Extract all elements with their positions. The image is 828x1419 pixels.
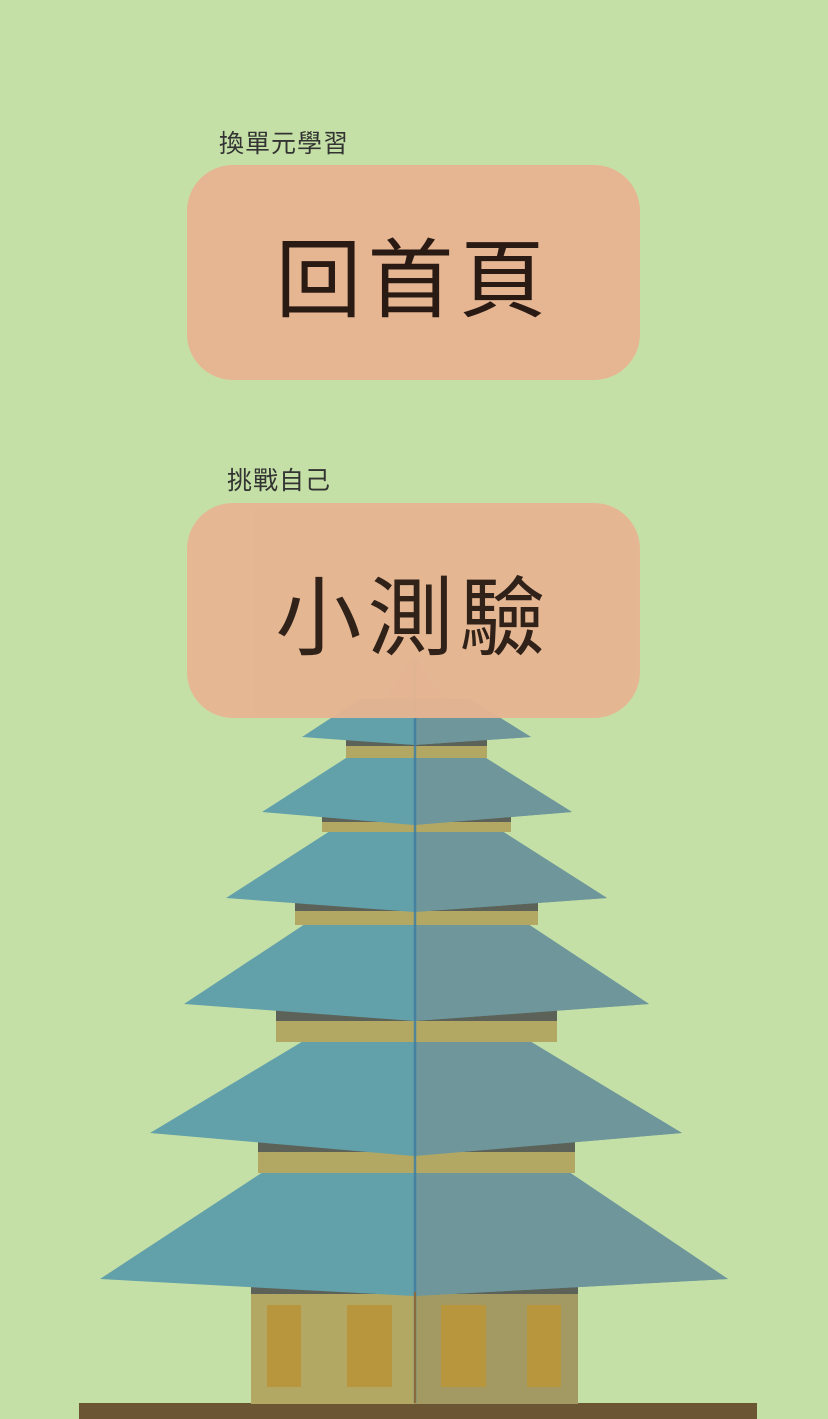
home-caption: 換單元學習: [219, 129, 350, 158]
main-screen: 換單元學習 回首頁 挑戰自己 小測驗: [0, 0, 828, 1419]
home-button-label: 回首頁: [275, 231, 552, 331]
home-button[interactable]: 回首頁: [187, 165, 640, 380]
quiz-button[interactable]: 小測驗: [187, 503, 640, 718]
quiz-button-label: 小測驗: [275, 569, 552, 669]
quiz-caption: 挑戰自己: [227, 466, 332, 495]
